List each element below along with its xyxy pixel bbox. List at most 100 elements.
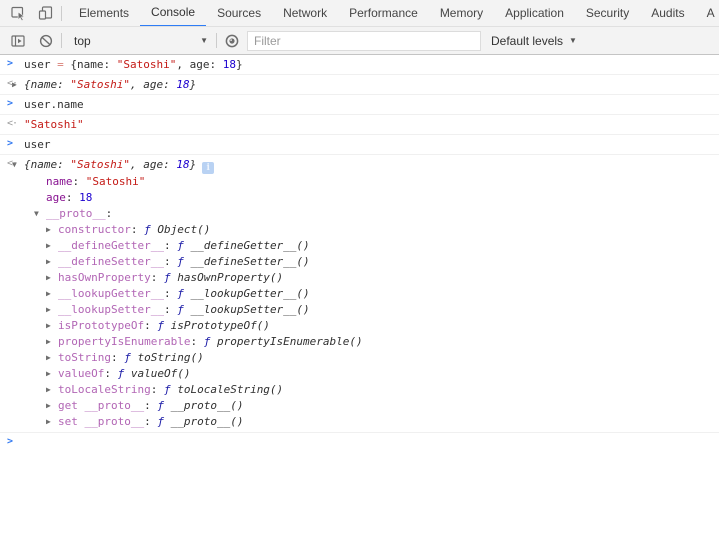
property-separator: : (164, 255, 177, 268)
property-row-__lookupSetter__[interactable]: ▶__lookupSetter__: ƒ __lookupSetter__() (0, 302, 711, 318)
token-fn: __lookupSetter__() (190, 303, 309, 316)
chevron-down-icon: ▼ (569, 36, 577, 45)
property-row-valueOf[interactable]: ▶valueOf: ƒ valueOf() (0, 366, 711, 382)
property-name: __defineGetter__ (58, 239, 164, 252)
return-value-arrow-icon: <· (7, 158, 17, 169)
console-input-message: >user (0, 135, 719, 155)
disclosure-triangle-icon[interactable]: ▶ (46, 286, 58, 302)
token-plain: , age: (130, 158, 176, 171)
console-result-message: <·▶{name: "Satoshi", age: 18} (0, 75, 719, 95)
property-row-set-__proto__[interactable]: ▶set __proto__: ƒ __proto__() (0, 414, 711, 430)
disclosure-triangle-icon[interactable]: ▶ (46, 254, 58, 270)
live-expression-eye-icon[interactable] (221, 30, 243, 52)
token-plain: } (236, 58, 243, 71)
chevron-down-icon: ▼ (200, 36, 208, 45)
disclosure-triangle-icon[interactable]: ▶ (46, 318, 58, 334)
token-plain: user (24, 138, 51, 151)
disclosure-triangle-icon[interactable]: ▶ (46, 270, 58, 286)
evaluated-info-icon[interactable]: i (202, 162, 214, 174)
token-op: = (57, 58, 64, 71)
token-fn: __proto__() (171, 399, 244, 412)
device-toolbar-icon[interactable] (35, 2, 57, 24)
tab-performance[interactable]: Performance (338, 0, 429, 26)
tab-console[interactable]: Console (140, 0, 206, 26)
disclosure-triangle-icon[interactable]: ▶ (46, 334, 58, 350)
property-name: __lookupGetter__ (58, 287, 164, 300)
property-name: name (46, 175, 73, 188)
property-separator: : (164, 287, 177, 300)
token-fnpre: ƒ (177, 239, 190, 252)
token-string: "Satoshi" (86, 175, 146, 188)
property-separator: : (164, 303, 177, 316)
token-fn: __lookupGetter__() (190, 287, 309, 300)
token-fn: __defineGetter__() (190, 239, 309, 252)
token-plain: {name: (64, 58, 117, 71)
tab-sources[interactable]: Sources (206, 0, 272, 26)
property-row-get-__proto__[interactable]: ▶get __proto__: ƒ __proto__() (0, 398, 711, 414)
prompt-chevron-icon: > (7, 58, 13, 69)
disclosure-triangle-icon[interactable]: ▶ (46, 414, 58, 430)
property-name: constructor (58, 223, 131, 236)
property-row-isPrototypeOf[interactable]: ▶isPrototypeOf: ƒ isPrototypeOf() (0, 318, 711, 334)
property-separator: : (66, 191, 79, 204)
property-row-age: age: 18 (0, 190, 711, 206)
token-string: "Satoshi" (70, 78, 130, 91)
disclosure-triangle-icon[interactable]: ▶ (46, 398, 58, 414)
token-fn: __proto__() (171, 415, 244, 428)
message-text: user = {name: "Satoshi", age: 18} (0, 57, 711, 72)
token-string: "Satoshi" (70, 158, 130, 171)
tab-a[interactable]: A (696, 0, 719, 26)
property-name: __proto__ (46, 207, 106, 220)
console-input-message: >user.name (0, 95, 719, 115)
context-label: top (74, 34, 91, 48)
filter-input[interactable] (247, 31, 481, 51)
disclosure-triangle-icon[interactable]: ▶ (46, 302, 58, 318)
disclosure-triangle-icon[interactable]: ▶ (46, 350, 58, 366)
property-row-constructor[interactable]: ▶constructor: ƒ Object() (0, 222, 711, 238)
message-text: ▼{name: "Satoshi", age: 18}i (0, 157, 711, 174)
tab-elements[interactable]: Elements (68, 0, 140, 26)
token-fn: hasOwnProperty() (177, 271, 283, 284)
property-row-__proto__[interactable]: ▼__proto__: (0, 206, 711, 222)
disclosure-triangle-icon[interactable]: ▶ (46, 238, 58, 254)
token-fnpre: ƒ (157, 319, 170, 332)
inspect-element-icon[interactable] (7, 2, 29, 24)
property-row-__lookupGetter__[interactable]: ▶__lookupGetter__: ƒ __lookupGetter__() (0, 286, 711, 302)
tab-network[interactable]: Network (272, 0, 338, 26)
console-prompt-message[interactable]: > (0, 433, 719, 453)
property-separator: : (144, 319, 157, 332)
property-name: toLocaleString (58, 383, 151, 396)
disclosure-triangle-icon[interactable]: ▼ (34, 206, 46, 222)
property-row-__defineGetter__[interactable]: ▶__defineGetter__: ƒ __defineGetter__() (0, 238, 711, 254)
devtools-window: ElementsConsoleSourcesNetworkPerformance… (0, 0, 719, 538)
tab-memory[interactable]: Memory (429, 0, 494, 26)
property-separator: : (151, 271, 164, 284)
tab-application[interactable]: Application (494, 0, 575, 26)
log-levels-dropdown[interactable]: Default levels ▼ (491, 34, 577, 48)
token-fnpre: ƒ (177, 255, 190, 268)
token-fn: valueOf() (131, 367, 191, 380)
token-fnpre: ƒ (124, 351, 137, 364)
disclosure-triangle-icon[interactable]: ▶ (46, 222, 58, 238)
token-fn: propertyIsEnumerable() (217, 335, 363, 348)
token-fnpre: ƒ (157, 399, 170, 412)
disclosure-triangle-icon[interactable]: ▶ (46, 366, 58, 382)
execution-context-selector[interactable]: top ▼ (70, 31, 212, 51)
token-fnpre: ƒ (204, 335, 217, 348)
disclosure-triangle-icon[interactable]: ▶ (46, 382, 58, 398)
property-row-toString[interactable]: ▶toString: ƒ toString() (0, 350, 711, 366)
console-sidebar-toggle-icon[interactable] (7, 30, 29, 52)
toolbar-divider (61, 6, 62, 21)
token-fn: __defineSetter__() (190, 255, 309, 268)
console-panel: >user = {name: "Satoshi", age: 18}<·▶{na… (0, 55, 719, 538)
property-row-hasOwnProperty[interactable]: ▶hasOwnProperty: ƒ hasOwnProperty() (0, 270, 711, 286)
message-text: user.name (0, 97, 711, 112)
property-separator: : (164, 239, 177, 252)
property-name: toString (58, 351, 111, 364)
tab-security[interactable]: Security (575, 0, 640, 26)
property-row-propertyIsEnumerable[interactable]: ▶propertyIsEnumerable: ƒ propertyIsEnume… (0, 334, 711, 350)
property-row-__defineSetter__[interactable]: ▶__defineSetter__: ƒ __defineSetter__() (0, 254, 711, 270)
tab-audits[interactable]: Audits (640, 0, 695, 26)
clear-console-icon[interactable] (35, 30, 57, 52)
property-row-toLocaleString[interactable]: ▶toLocaleString: ƒ toLocaleString() (0, 382, 711, 398)
